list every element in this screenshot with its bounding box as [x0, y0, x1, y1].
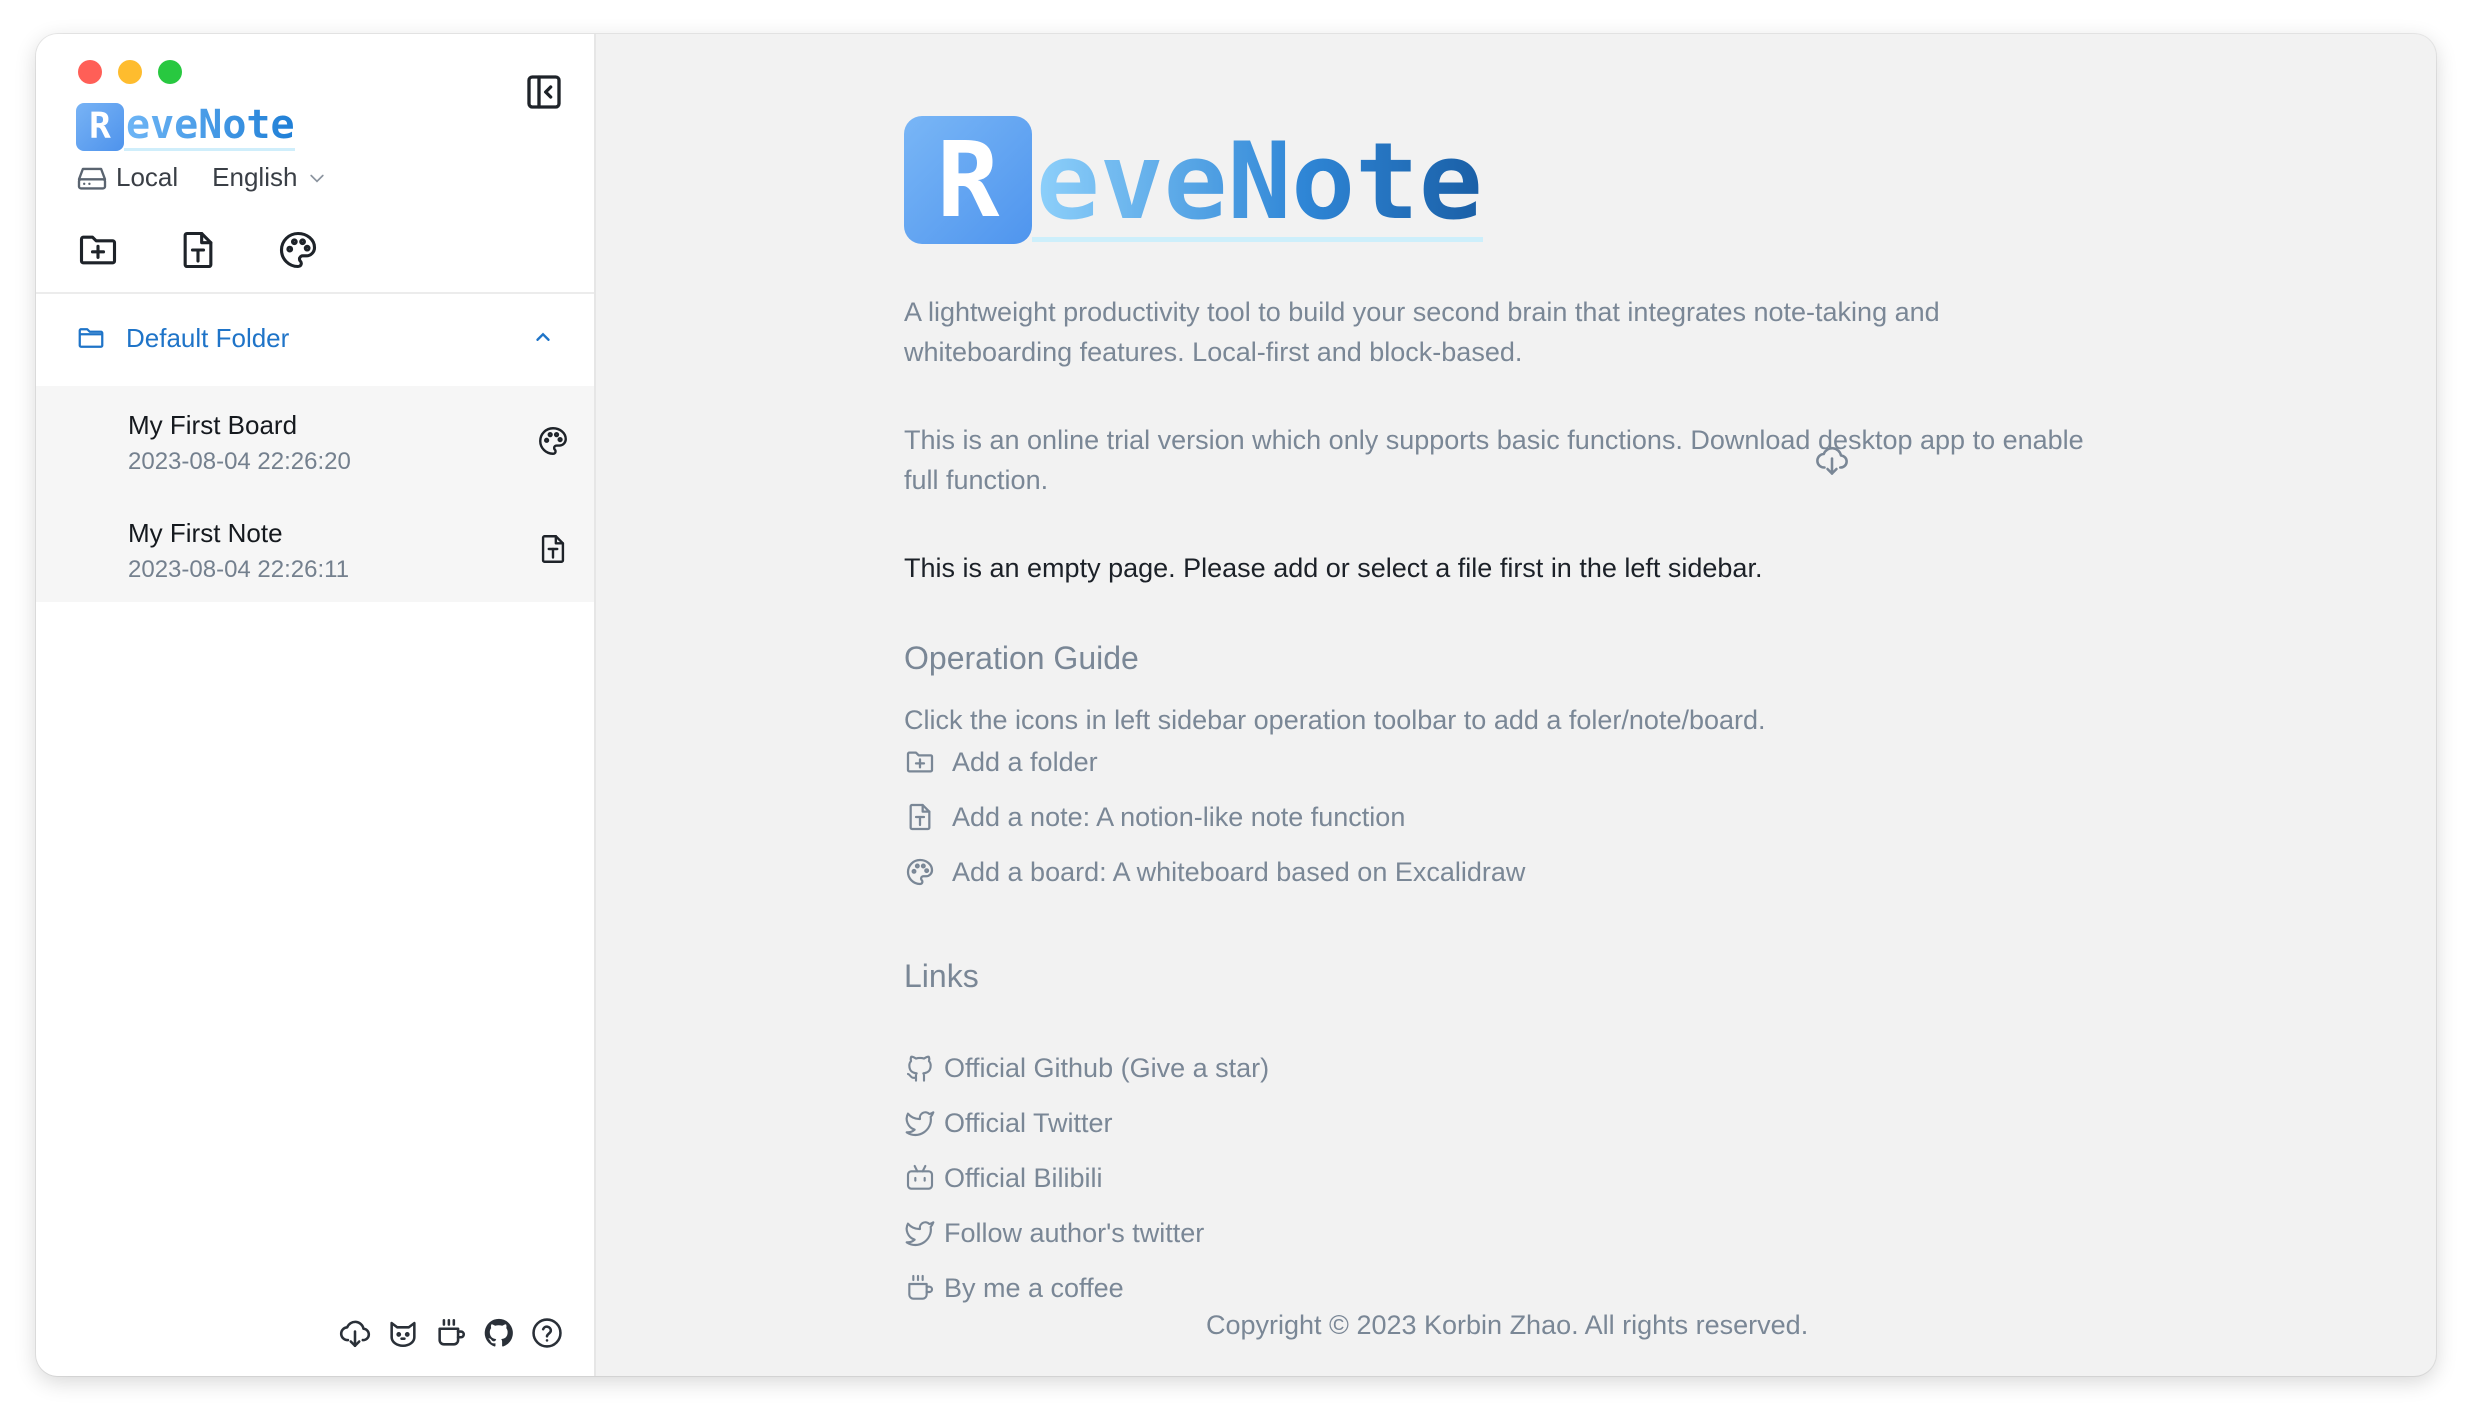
chevron-down-icon: [307, 168, 327, 188]
hero-logo-initial: R: [904, 116, 1032, 244]
intro-text: A lightweight productivity tool to build…: [904, 297, 1940, 367]
close-window-button[interactable]: [78, 60, 102, 84]
hero-logo-wordmark: eveNote: [1032, 127, 1483, 242]
sidebar-footer: [338, 1316, 564, 1350]
github-icon: [904, 1052, 936, 1084]
file-date: 2023-08-04 22:26:11: [128, 556, 350, 583]
copyright: Copyright © 2023 Korbin Zhao. All rights…: [1206, 1310, 1809, 1340]
link-label: Follow author's twitter: [944, 1217, 1205, 1248]
links-heading: Links: [904, 958, 979, 994]
file-title: My First Board: [128, 410, 298, 440]
sidebar: R eveNote Local English Default Folder M…: [36, 34, 596, 1376]
link-label: Official Github (Give a star): [944, 1052, 1270, 1083]
link-coffee[interactable]: By me a coffee: [904, 1272, 1124, 1304]
link-twitter[interactable]: Official Twitter: [904, 1107, 1113, 1139]
file-list: My First Board 2023-08-04 22:26:20 My Fi…: [36, 386, 594, 602]
sidebar-divider: [36, 292, 594, 294]
minimize-window-button[interactable]: [118, 60, 142, 84]
bilibili-icon: [904, 1162, 936, 1194]
link-label: By me a coffee: [944, 1272, 1124, 1303]
folder-icon: [76, 323, 106, 353]
file-item-board[interactable]: My First Board 2023-08-04 22:26:20: [36, 386, 594, 494]
link-label: Official Bilibili: [944, 1162, 1103, 1193]
file-title: My First Note: [128, 518, 283, 548]
storage-label: Local: [116, 162, 179, 192]
trial-notice: This is an online trial version which on…: [904, 425, 2084, 495]
guide-item-label: Add a board: A whiteboard based on Excal…: [952, 856, 1526, 887]
logo-initial: R: [76, 102, 124, 151]
collapse-sidebar-icon[interactable]: [524, 72, 564, 112]
guide-item-label: Add a folder: [952, 746, 1098, 777]
folder-name: Default Folder: [126, 322, 290, 353]
link-label: Official Twitter: [944, 1107, 1113, 1138]
palette-icon: [904, 856, 936, 888]
link-bilibili[interactable]: Official Bilibili: [904, 1162, 1103, 1194]
folder-default[interactable]: Default Folder: [36, 302, 594, 374]
add-note-icon[interactable]: [176, 228, 220, 272]
sidebar-toolbar: [76, 228, 320, 272]
app-window: R eveNote Local English Default Folder M…: [36, 34, 2436, 1376]
guide-text: Click the icons in left sidebar operatio…: [904, 705, 1766, 735]
guide-item-add-note: Add a note: A notion-like note function: [904, 801, 1405, 833]
environment-row: Local English: [76, 162, 327, 193]
file-date: 2023-08-04 22:26:20: [128, 448, 351, 475]
twitter-icon: [904, 1217, 936, 1249]
file-item-note[interactable]: My First Note 2023-08-04 22:26:11: [36, 494, 594, 602]
twitter-icon: [904, 1107, 936, 1139]
add-folder-icon[interactable]: [76, 228, 120, 272]
link-author-twitter[interactable]: Follow author's twitter: [904, 1217, 1204, 1249]
github-icon[interactable]: [482, 1316, 516, 1350]
hard-drive-icon: [76, 165, 108, 191]
chevron-up-icon[interactable]: [532, 326, 554, 348]
add-folder-icon: [904, 746, 936, 778]
empty-page-message: This is an empty page. Please add or sel…: [904, 553, 1763, 583]
palette-icon: [536, 424, 570, 458]
main-content: R eveNote A lightweight productivity too…: [596, 34, 2436, 1376]
guide-heading: Operation Guide: [904, 640, 1139, 676]
hero-logo: R eveNote: [904, 116, 1483, 244]
coffee-icon[interactable]: [434, 1316, 468, 1350]
coffee-icon: [904, 1272, 936, 1304]
add-board-palette-icon[interactable]: [276, 228, 320, 272]
window-controls: [78, 60, 182, 84]
language-value: English: [212, 162, 298, 192]
add-note-icon: [904, 801, 936, 833]
sidebar-logo: R eveNote: [76, 102, 295, 151]
guide-item-label: Add a note: A notion-like note function: [952, 801, 1406, 832]
cat-icon[interactable]: [386, 1316, 420, 1350]
help-icon[interactable]: [530, 1316, 564, 1350]
note-file-icon: [536, 532, 570, 566]
download-desktop-icon[interactable]: [1814, 442, 1850, 478]
logo-wordmark: eveNote: [124, 102, 295, 151]
link-github[interactable]: Official Github (Give a star): [904, 1052, 1269, 1084]
maximize-window-button[interactable]: [158, 60, 182, 84]
guide-item-add-board: Add a board: A whiteboard based on Excal…: [904, 856, 1525, 888]
guide-item-add-folder: Add a folder: [904, 746, 1098, 778]
language-select[interactable]: English: [212, 162, 327, 193]
download-icon[interactable]: [338, 1316, 372, 1350]
